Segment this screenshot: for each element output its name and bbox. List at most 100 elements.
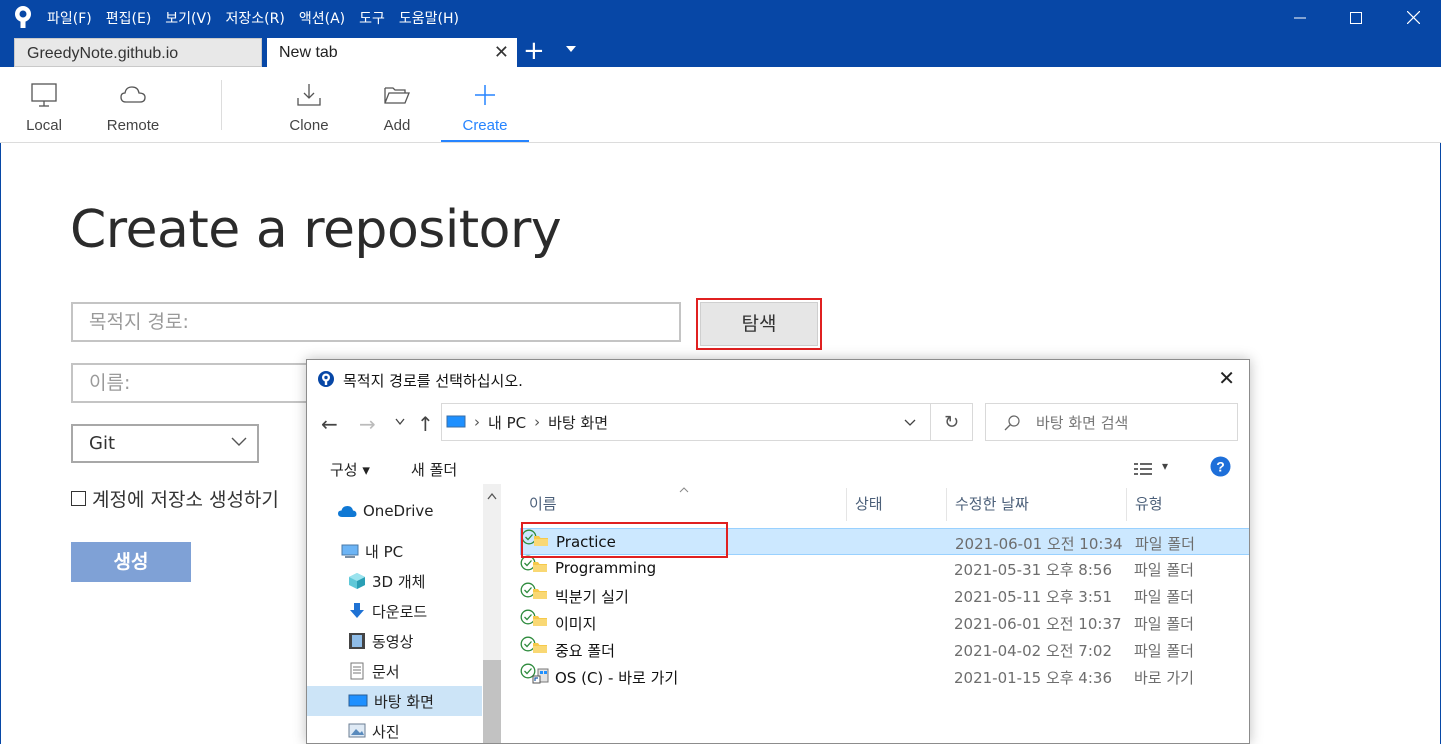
nav-onedrive[interactable]: OneDrive (307, 496, 482, 526)
address-bar[interactable]: › 내 PC › 바탕 화면 (441, 403, 973, 441)
menu-view[interactable]: 보기(V) (165, 8, 211, 28)
back-arrow-icon[interactable]: ← (321, 412, 338, 436)
menu-bar: 파일(F) 편집(E) 보기(V) 저장소(R) 액션(A) 도구 도움말(H) (47, 0, 473, 35)
file-row-programming[interactable]: Programming 2021-05-31 오후 8:56 파일 폴더 (520, 555, 1249, 582)
tab-bar: GreedyNote.github.io New tab ✕ (0, 35, 1441, 67)
nav-my-pc[interactable]: 내 PC (307, 536, 482, 566)
nav-downloads[interactable]: 다운로드 (307, 596, 482, 626)
clone-button[interactable]: Clone (265, 67, 353, 142)
search-input[interactable]: 바탕 화면 검색 (985, 403, 1238, 441)
local-button[interactable]: Local (0, 67, 88, 142)
pc-icon (341, 544, 359, 558)
nav-3d-objects[interactable]: 3D 개체 (307, 566, 482, 596)
tab-list-chevron-icon[interactable] (566, 46, 576, 52)
scroll-up-icon[interactable] (487, 492, 497, 500)
column-divider[interactable] (1126, 488, 1127, 521)
minimize-button[interactable] (1275, 0, 1325, 35)
column-name[interactable]: 이름 (529, 488, 557, 521)
forward-arrow-icon[interactable]: → (359, 412, 376, 436)
file-row-images[interactable]: 이미지 2021-06-01 오전 10:37 파일 폴더 (520, 609, 1249, 636)
search-placeholder: 바탕 화면 검색 (1036, 413, 1129, 432)
new-tab-plus-icon[interactable]: + (523, 37, 545, 65)
help-icon[interactable]: ? (1210, 456, 1231, 477)
view-chevron-icon[interactable]: ▾ (1162, 459, 1168, 473)
vcs-select[interactable]: Git (71, 424, 259, 463)
menu-edit[interactable]: 편집(E) (106, 8, 152, 28)
file-row-important-folder[interactable]: 중요 폴더 2021-04-02 오전 7:02 파일 폴더 (520, 636, 1249, 663)
folder-icon (533, 562, 547, 572)
drive-shortcut-icon (532, 668, 549, 684)
minimize-icon (1294, 17, 1306, 18)
maximize-button[interactable] (1331, 0, 1381, 35)
nav-desktop[interactable]: 바탕 화면 (307, 686, 482, 716)
nav-pictures[interactable]: 사진 (307, 716, 482, 743)
tab-new[interactable]: New tab ✕ (267, 38, 517, 67)
nav-documents[interactable]: 문서 (307, 656, 482, 686)
refresh-icon[interactable]: ↻ (930, 403, 973, 441)
dialog-close-icon[interactable]: ✕ (1218, 366, 1235, 390)
maximize-icon (1350, 11, 1362, 24)
tab-close-icon[interactable]: ✕ (494, 38, 509, 67)
remote-button[interactable]: Remote (89, 67, 177, 142)
create-tab-button[interactable]: Create (441, 67, 529, 142)
create-label: Create (462, 117, 508, 134)
film-icon (349, 633, 365, 649)
vcs-select-value: Git (89, 433, 116, 454)
file-row-os-shortcut[interactable]: OS (C) - 바로 가기 2021-01-15 오후 4:36 바로 가기 (520, 663, 1249, 690)
document-icon (350, 662, 364, 680)
sort-ascending-icon (679, 487, 689, 493)
tab-label: GreedyNote.github.io (27, 45, 179, 62)
plus-icon (475, 85, 495, 105)
column-divider[interactable] (946, 488, 947, 521)
new-folder-button[interactable]: 새 폴더 (411, 459, 457, 480)
highlight-box (521, 522, 728, 558)
create-button[interactable]: 생성 (71, 542, 191, 582)
column-status[interactable]: 상태 (855, 488, 883, 521)
organize-menu[interactable]: 구성 ▾ (330, 459, 370, 480)
menu-repository[interactable]: 저장소(R) (226, 8, 285, 28)
dialog-title: 목적지 경로를 선택하십시오. (343, 372, 523, 390)
up-arrow-icon[interactable]: ↑ (417, 412, 434, 436)
toolbar: Local Remote Clone Add Create (0, 67, 1441, 143)
close-window-button[interactable] (1388, 0, 1438, 35)
tab-greedynote[interactable]: GreedyNote.github.io (14, 38, 262, 67)
account-checkbox-label: 계정에 저장소 생성하기 (92, 489, 279, 511)
picture-icon (348, 723, 366, 738)
tab-label: New tab (279, 44, 338, 61)
file-row-big-data-exam[interactable]: 빅분기 실기 2021-05-11 오후 3:51 파일 폴더 (520, 582, 1249, 609)
menu-actions[interactable]: 액션(A) (299, 8, 345, 28)
nav-videos[interactable]: 동영상 (307, 626, 482, 656)
sourcetree-logo-icon (318, 371, 334, 387)
address-chevron-down-icon[interactable] (904, 419, 916, 427)
account-checkbox[interactable] (71, 491, 86, 506)
destination-path-input[interactable]: 목적지 경로: (71, 302, 681, 342)
clone-label: Clone (289, 117, 329, 134)
folder-icon (533, 589, 547, 599)
menu-file[interactable]: 파일(F) (47, 8, 92, 28)
command-bar: 구성 ▾ 새 폴더 ▾ ? (307, 452, 1249, 484)
download-arrow-icon (350, 603, 364, 618)
view-options-icon[interactable] (1133, 462, 1153, 476)
onedrive-cloud-icon (338, 506, 357, 517)
chevron-down-icon (231, 437, 247, 446)
account-checkbox-row[interactable]: 계정에 저장소 생성하기 (71, 485, 279, 512)
recent-chevron-icon[interactable] (395, 418, 405, 426)
cloud-icon (120, 86, 146, 103)
menu-tools[interactable]: 도구 (359, 8, 385, 28)
menu-help[interactable]: 도움말(H) (399, 8, 459, 28)
desktop-icon (348, 694, 368, 707)
nav-scrollbar-thumb[interactable] (483, 660, 501, 743)
column-date-modified[interactable]: 수정한 날짜 (955, 488, 1029, 521)
column-divider[interactable] (846, 488, 847, 521)
svg-text:?: ? (1216, 459, 1225, 475)
window-border (0, 143, 1, 744)
add-label: Add (383, 117, 411, 134)
add-button[interactable]: Add (353, 67, 441, 142)
download-icon (297, 84, 321, 106)
breadcrumb-desktop[interactable]: 바탕 화면 (548, 412, 608, 433)
remote-label: Remote (106, 117, 160, 134)
breadcrumb-my-pc[interactable]: 내 PC (488, 412, 526, 433)
column-type[interactable]: 유형 (1135, 488, 1163, 521)
pc-icon (446, 415, 466, 428)
sourcetree-logo-icon (15, 6, 31, 28)
